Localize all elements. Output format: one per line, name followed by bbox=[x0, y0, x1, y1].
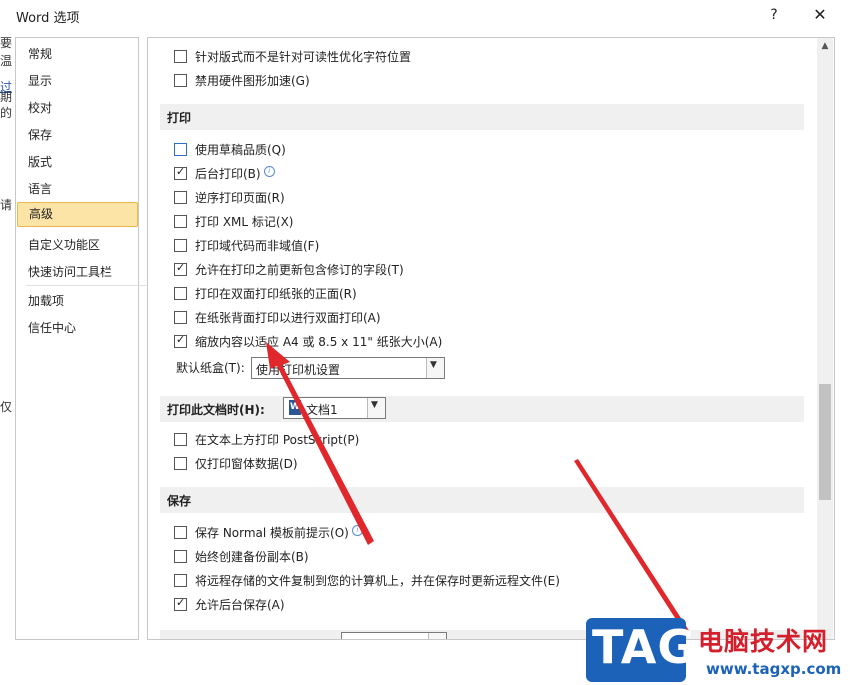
info-icon[interactable]: i bbox=[351, 525, 363, 536]
option-label: 打印 XML 标记(X) bbox=[195, 215, 294, 229]
word-doc-icon: W bbox=[289, 400, 301, 415]
section-header-print-document: 打印此文档时(H): bbox=[160, 396, 804, 422]
watermark-site-name: 电脑技术网 bbox=[698, 627, 829, 656]
bg-char: 仅 bbox=[0, 400, 12, 414]
select-value: 文档1 bbox=[306, 403, 338, 417]
option-label: 在纸张背面打印以进行双面打印(A) bbox=[195, 311, 381, 325]
nav-item-language[interactable]: 语言 bbox=[17, 177, 138, 202]
watermark-url: www.tagxp.com bbox=[706, 660, 842, 678]
option-label: 打印域代码而非域值(F) bbox=[195, 239, 320, 253]
select-value: 使用打印机设置 bbox=[256, 363, 341, 377]
option-label: 逆序打印页面(R) bbox=[195, 191, 285, 205]
title-bar: Word 选项 ? ✕ bbox=[0, 0, 850, 30]
window-title: Word 选项 bbox=[16, 11, 80, 26]
check-mark-icon: ✓ bbox=[176, 165, 186, 178]
tray-row: 默认纸盒(T): bbox=[176, 358, 245, 378]
option-label: 使用草稿品质(Q) bbox=[195, 143, 286, 157]
nav-item-advanced[interactable]: 高级 bbox=[17, 202, 138, 227]
option-label: 缩放内容以适应 A4 或 8.5 x 11" 纸张大小(A) bbox=[195, 335, 443, 349]
section-title: 保存 bbox=[167, 494, 192, 508]
nav-item-trust-center[interactable]: 信任中心 bbox=[17, 316, 138, 341]
checkbox[interactable] bbox=[174, 191, 187, 204]
bg-char: 要 bbox=[0, 36, 12, 50]
option-label: 禁用硬件图形加速(G) bbox=[195, 74, 310, 88]
option-label: 将远程存储的文件复制到您的计算机上，并在保存时更新远程文件(E) bbox=[195, 574, 560, 588]
checkbox[interactable] bbox=[174, 74, 187, 87]
option-label: 后台打印(B) i bbox=[195, 164, 275, 184]
checkbox[interactable] bbox=[174, 143, 187, 156]
scroll-up-arrow-icon[interactable]: ▲ bbox=[817, 38, 833, 55]
checkbox[interactable] bbox=[174, 239, 187, 252]
checkbox[interactable] bbox=[174, 526, 187, 539]
checkbox[interactable] bbox=[174, 433, 187, 446]
checkbox[interactable] bbox=[174, 215, 187, 228]
section-title: 打印此文档时(H): bbox=[167, 403, 265, 417]
dropdown-button[interactable]: ▼ bbox=[367, 398, 385, 418]
checkbox[interactable] bbox=[174, 550, 187, 563]
options-content-panel: 针对版式而不是针对可读性优化字符位置 禁用硬件图形加速(G) 打印 使用草稿品质… bbox=[147, 37, 835, 640]
checkbox-checked[interactable]: ✓ bbox=[174, 261, 187, 276]
nav-item-quick-access-toolbar[interactable]: 快速访问工具栏 bbox=[17, 260, 138, 285]
nav-item-layout[interactable]: 版式 bbox=[17, 150, 138, 175]
option-label: 针对版式而不是针对可读性优化字符位置 bbox=[195, 50, 412, 64]
dropdown-button[interactable] bbox=[428, 633, 446, 639]
check-mark-icon: ✓ bbox=[176, 596, 186, 609]
category-nav: 常规 显示 校对 保存 版式 语言 高级 自定义功能区 快速访问工具栏 加载项 … bbox=[15, 37, 150, 640]
default-tray-select[interactable]: 使用打印机设置 ▼ bbox=[251, 357, 445, 379]
info-icon[interactable]: i bbox=[263, 166, 275, 177]
option-label: 允许在打印之前更新包含修订的字段(T) bbox=[195, 263, 404, 277]
scroll-thumb[interactable] bbox=[819, 384, 831, 500]
nav-item-customize-ribbon[interactable]: 自定义功能区 bbox=[17, 233, 138, 258]
checkbox[interactable] bbox=[174, 287, 187, 300]
checkbox[interactable] bbox=[174, 574, 187, 587]
option-label: 始终创建备份副本(B) bbox=[195, 550, 309, 564]
check-mark-icon: ✓ bbox=[176, 333, 186, 346]
checkbox[interactable] bbox=[174, 457, 187, 470]
checkbox-checked[interactable]: ✓ bbox=[174, 165, 187, 180]
checkbox-checked[interactable]: ✓ bbox=[174, 596, 187, 611]
section-header-save: 保存 bbox=[160, 487, 804, 513]
check-mark-icon: ✓ bbox=[176, 261, 186, 274]
document-select[interactable]: W 文档1 ▼ bbox=[283, 397, 386, 419]
close-button[interactable]: ✕ bbox=[808, 4, 832, 26]
nav-item-save[interactable]: 保存 bbox=[17, 123, 138, 148]
background-document-edge: 要 温 过 期 的 请 仅 bbox=[0, 30, 12, 680]
bg-char: 温 bbox=[0, 54, 12, 68]
site-watermark: TAG 电脑技术网 www.tagxp.com bbox=[586, 618, 850, 685]
cutoff-select[interactable] bbox=[341, 632, 447, 639]
word-options-dialog: Word 选项 ? ✕ 要 温 过 期 的 请 仅 常规 显示 校对 保存 版式… bbox=[0, 0, 850, 685]
dropdown-button[interactable]: ▼ bbox=[426, 358, 444, 378]
option-label: 允许后台保存(A) bbox=[195, 598, 285, 612]
tray-label: 默认纸盒(T): bbox=[176, 361, 245, 375]
chevron-down-icon: ▼ bbox=[430, 360, 437, 370]
option-label: 仅打印窗体数据(D) bbox=[195, 457, 298, 471]
section-header-print: 打印 bbox=[160, 104, 804, 130]
bg-char: 的 bbox=[0, 106, 12, 120]
bg-char: 请 bbox=[0, 198, 12, 212]
nav-item-add-ins[interactable]: 加载项 bbox=[17, 289, 138, 314]
option-label: 保存 Normal 模板前提示(O) i bbox=[195, 523, 363, 543]
bg-char: 期 bbox=[0, 90, 12, 104]
nav-divider bbox=[26, 285, 150, 286]
checkbox[interactable] bbox=[174, 311, 187, 324]
checkbox-checked[interactable]: ✓ bbox=[174, 333, 187, 348]
vertical-scrollbar[interactable]: ▲ bbox=[817, 38, 833, 639]
section-title: 打印 bbox=[167, 111, 192, 125]
option-label: 打印在双面打印纸张的正面(R) bbox=[195, 287, 357, 301]
nav-item-display[interactable]: 显示 bbox=[17, 69, 138, 94]
nav-item-proofing[interactable]: 校对 bbox=[17, 96, 138, 121]
nav-item-general[interactable]: 常规 bbox=[17, 42, 138, 67]
option-label: 在文本上方打印 PostScript(P) bbox=[195, 433, 360, 447]
watermark-logo: TAG bbox=[586, 618, 695, 682]
chevron-down-icon: ▼ bbox=[371, 400, 378, 410]
help-button[interactable]: ? bbox=[764, 5, 784, 25]
checkbox[interactable] bbox=[174, 50, 187, 63]
